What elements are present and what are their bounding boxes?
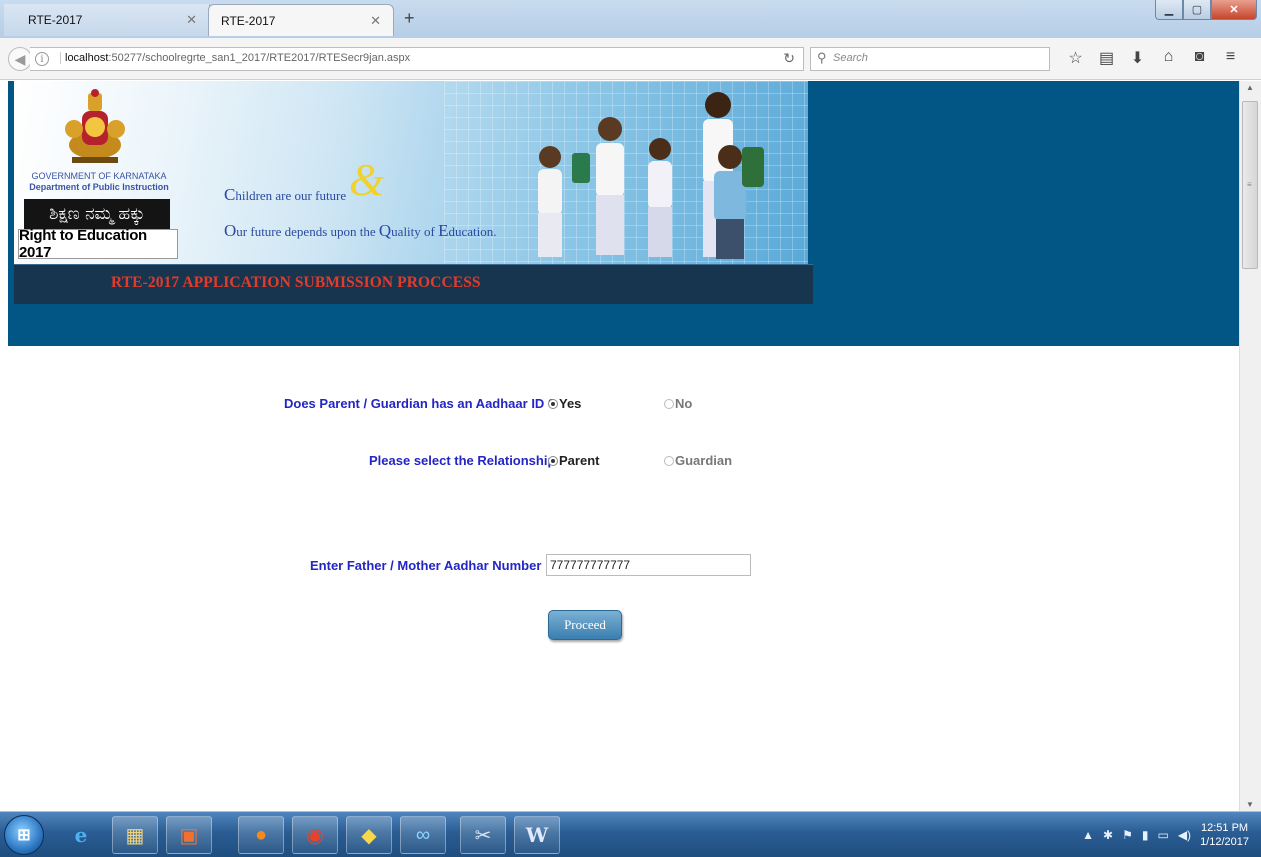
page-title-bar: RTE-2017 APPLICATION SUBMISSION PROCCESS (14, 264, 813, 304)
tagline-cap: C (224, 185, 236, 204)
kannada-slogan: ಶಿಕ್ಷಣ ನಮ್ಮ ಹಕ್ಕು (24, 199, 170, 229)
new-tab-button[interactable]: + (404, 8, 415, 29)
tagline-children: Children are our future (224, 185, 346, 205)
tab-title: RTE-2017 (221, 13, 276, 28)
word-icon[interactable]: W (514, 816, 560, 854)
browser-nav-bar: ◀ i localhost:50277/schoolregrte_san1_20… (0, 38, 1261, 80)
file-explorer-icon[interactable]: ▦ (112, 816, 158, 854)
reading-list-icon[interactable]: ▤ (1091, 48, 1122, 68)
network-icon[interactable]: ▭ (1157, 828, 1168, 842)
tagline-rest: uality of (391, 224, 439, 239)
power-icon[interactable]: ▮ (1142, 828, 1149, 842)
search-bar[interactable]: ⚲ Search (810, 47, 1050, 71)
window-controls: ▁ ▢ ✕ (1155, 0, 1257, 22)
close-window-button[interactable]: ✕ (1211, 0, 1257, 20)
vertical-scrollbar[interactable]: ▲ ≡ ▼ (1239, 81, 1261, 811)
karnataka-emblem-icon (65, 89, 125, 163)
url-path: :50277/schoolregrte_san1_2017/RTE2017/RT… (108, 52, 411, 64)
sticky-notes-icon[interactable]: ◆ (346, 816, 392, 854)
windows-taskbar: ⊞ e ▦ ▣ ● ◉ ◆ ∞ ✂ W ▲ ✱ ⚑ ▮ ▭ ◀) 12:51 P… (0, 811, 1261, 857)
chrome-icon[interactable]: ◉ (292, 816, 338, 854)
grip-icon: ≡ (1247, 180, 1252, 189)
aadhar-number-label: Enter Father / Mother Aadhar Number (310, 558, 542, 573)
tagline-cap: O (224, 221, 237, 240)
home-icon[interactable]: ⌂ (1153, 48, 1184, 68)
header-banner: GOVERNMENT OF KARNATAKA Department of Pu… (14, 81, 808, 264)
minimize-button[interactable]: ▁ (1155, 0, 1183, 20)
radio-circle-icon[interactable] (664, 398, 674, 409)
clock-date: 1/12/2017 (1200, 836, 1249, 848)
reload-icon[interactable]: ↻ (783, 50, 795, 67)
aadhaar-yes-radio[interactable]: Yes (548, 396, 581, 411)
school-children-image (538, 92, 764, 259)
tagline-quality: Our future depends upon the Quality of E… (224, 221, 497, 241)
internet-explorer-icon[interactable]: e (58, 816, 104, 854)
department-text: Department of Public Instruction (29, 182, 169, 192)
download-icon[interactable]: ⬇ (1122, 48, 1153, 68)
tagline-rest: ducation. (448, 224, 497, 239)
page-title: RTE-2017 APPLICATION SUBMISSION PROCCESS (111, 274, 481, 291)
aadhar-number-input[interactable] (546, 554, 751, 576)
tagline-cap: Q (378, 221, 392, 240)
maximize-button[interactable]: ▢ (1183, 0, 1211, 20)
radio-circle-icon[interactable] (548, 398, 558, 409)
action-center-flag-icon[interactable]: ⚑ (1122, 828, 1133, 842)
taskbar-clock[interactable]: 12:51 PM 1/12/2017 (1200, 821, 1249, 849)
system-tray: ▲ ✱ ⚑ ▮ ▭ ◀) 12:51 PM 1/12/2017 (1041, 812, 1261, 857)
star-icon[interactable]: ☆ (1060, 48, 1091, 68)
radio-circle-icon[interactable] (548, 455, 558, 466)
browser-tab-bar: RTE-2017 ✕ RTE-2017 ✕ + ▁ ▢ ✕ (0, 0, 1261, 38)
rte-logo-text: Right to Education 2017 (18, 227, 178, 261)
relationship-question-label: Please select the Relationship (369, 453, 556, 468)
tab-rte-2017-active[interactable]: RTE-2017 ✕ (208, 4, 394, 36)
scroll-up-arrow-icon[interactable]: ▲ (1246, 83, 1254, 92)
tagline-rest: ur future depends upon the (236, 224, 379, 239)
back-arrow-icon[interactable]: ◀ (8, 47, 32, 71)
ampersand-graphic: & (349, 154, 385, 205)
search-icon: ⚲ (817, 50, 827, 65)
tab-title: RTE-2017 (28, 13, 83, 27)
firefox-icon[interactable]: ● (238, 816, 284, 854)
start-button-windows-icon[interactable]: ⊞ (4, 815, 44, 855)
tab-close-icon[interactable]: ✕ (370, 13, 381, 29)
aadhaar-yes-label: Yes (559, 396, 582, 411)
tagline-cap: E (438, 221, 449, 240)
clock-time: 12:51 PM (1200, 822, 1249, 834)
url-host: localhost (65, 52, 109, 64)
menu-icon[interactable]: ≡ (1215, 48, 1246, 68)
visual-studio-icon[interactable]: ∞ (400, 816, 446, 854)
relationship-guardian-radio[interactable]: Guardian (664, 453, 732, 468)
proceed-button[interactable]: Proceed (548, 610, 622, 640)
page-viewport: GOVERNMENT OF KARNATAKA Department of Pu… (0, 81, 1239, 811)
tagline-rest: hildren are our future (235, 188, 347, 203)
radio-circle-icon[interactable] (664, 455, 674, 466)
pocket-icon[interactable]: ◙ (1184, 48, 1215, 68)
tab-close-icon[interactable]: ✕ (186, 12, 197, 28)
snipping-tool-icon[interactable]: ✂ (460, 816, 506, 854)
scroll-thumb[interactable]: ≡ (1242, 101, 1258, 269)
toolbar-icons: ☆ ▤ ⬇ ⌂ ◙ ≡ (1060, 48, 1246, 68)
aadhaar-no-radio[interactable]: No (664, 396, 692, 411)
address-bar[interactable]: i localhost:50277/schoolregrte_san1_2017… (30, 47, 804, 71)
site-info-icon[interactable]: i (35, 52, 49, 66)
relationship-parent-radio[interactable]: Parent (548, 453, 599, 468)
gov-karnataka-text: GOVERNMENT OF KARNATAKA (31, 171, 167, 181)
media-player-icon[interactable]: ▣ (166, 816, 212, 854)
relationship-parent-label: Parent (559, 453, 600, 468)
aadhaar-no-label: No (675, 396, 693, 411)
tab-rte-2017-inactive[interactable]: RTE-2017 ✕ (4, 4, 210, 36)
aadhaar-question-label: Does Parent / Guardian has an Aadhaar ID… (284, 396, 556, 411)
url-text[interactable]: localhost:50277/schoolregrte_san1_2017/R… (60, 52, 410, 64)
relationship-guardian-label: Guardian (675, 453, 733, 468)
network-app-icon[interactable]: ✱ (1103, 828, 1113, 842)
scroll-down-arrow-icon[interactable]: ▼ (1246, 800, 1254, 809)
show-hidden-icons-icon[interactable]: ▲ (1082, 828, 1094, 842)
volume-icon[interactable]: ◀) (1178, 828, 1191, 842)
search-placeholder: Search (833, 52, 868, 64)
